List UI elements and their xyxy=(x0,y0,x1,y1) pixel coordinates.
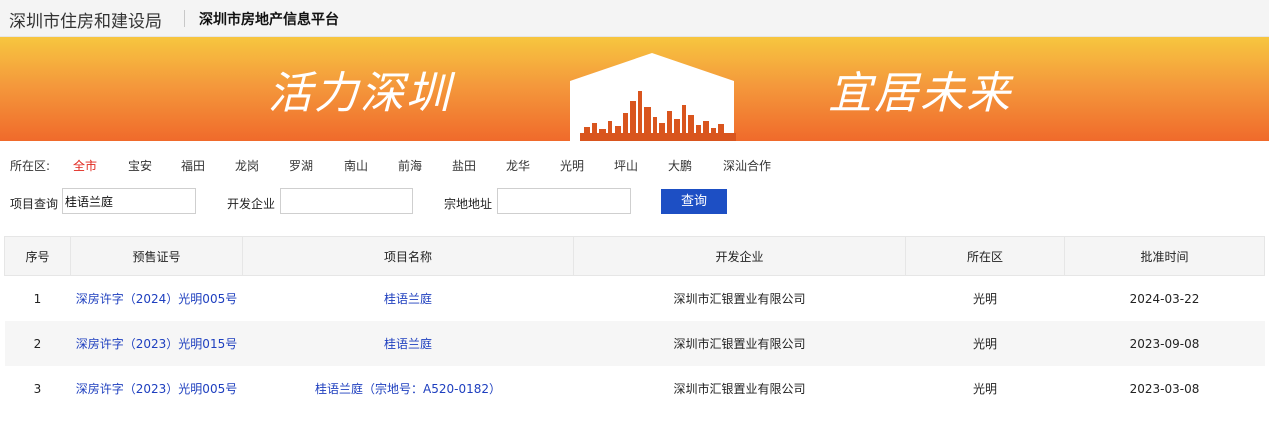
cell-developer: 深圳市汇银置业有限公司 xyxy=(673,292,806,306)
header-permit: 预售证号 xyxy=(70,236,243,276)
district-dapeng[interactable]: 大鹏 xyxy=(668,157,692,174)
result-table: 序号 预售证号 项目名称 开发企业 所在区 批准时间 1 深房许字（2024）光… xyxy=(4,236,1265,411)
district-longgang[interactable]: 龙岗 xyxy=(235,157,259,174)
project-search-input[interactable] xyxy=(62,188,196,214)
project-link[interactable]: 桂语兰庭（宗地号：A520-0182） xyxy=(243,366,574,411)
platform-name[interactable]: 深圳市房地产信息平台 xyxy=(199,9,339,29)
district-longhua[interactable]: 龙华 xyxy=(506,157,530,174)
permit-link[interactable]: 深房许字（2023）光明005号 xyxy=(71,366,243,411)
cell-district: 光明 xyxy=(905,321,1065,366)
project-link[interactable]: 桂语兰庭 xyxy=(242,321,574,366)
project-link[interactable]: 桂语兰庭 xyxy=(243,276,574,322)
district-luohu[interactable]: 罗湖 xyxy=(289,157,313,174)
banner: 活力深圳 宜居未来 xyxy=(0,37,1269,141)
permit-link[interactable]: 深房许字（2024）光明005号 xyxy=(71,276,243,322)
header-district: 所在区 xyxy=(905,236,1065,276)
header-divider xyxy=(184,10,185,27)
project-search-label: 项目查询 xyxy=(10,197,59,211)
org-name[interactable]: 深圳市住房和建设局 xyxy=(9,7,162,32)
cell-date: 2023-09-08 xyxy=(1064,321,1265,366)
district-qianhai[interactable]: 前海 xyxy=(398,157,422,174)
header-project: 项目名称 xyxy=(242,236,574,276)
district-pingshan[interactable]: 坪山 xyxy=(614,157,638,174)
district-guangming[interactable]: 光明 xyxy=(560,157,584,174)
cell-date: 2024-03-22 xyxy=(1129,291,1200,306)
district-futian[interactable]: 福田 xyxy=(181,157,205,174)
cell-district: 光明 xyxy=(972,382,997,396)
table-row: 3 深房许字（2023）光明005号 桂语兰庭（宗地号：A520-0182） 深… xyxy=(5,366,1265,411)
table-header-row: 序号 预售证号 项目名称 开发企业 所在区 批准时间 xyxy=(4,236,1265,276)
header-developer: 开发企业 xyxy=(573,236,906,276)
cell-developer: 深圳市汇银置业有限公司 xyxy=(573,321,906,366)
district-shenshan[interactable]: 深汕合作 xyxy=(723,157,771,174)
district-nanshan[interactable]: 南山 xyxy=(344,157,368,174)
slogan-right: 宜居未来 xyxy=(828,68,1012,119)
cell-date: 2023-03-08 xyxy=(1129,381,1200,396)
permit-link[interactable]: 深房许字（2023）光明015号 xyxy=(70,321,243,366)
slogan-left: 活力深圳 xyxy=(268,68,452,119)
query-button[interactable]: 查询 xyxy=(661,189,727,214)
top-bar: 深圳市住房和建设局 深圳市房地产信息平台 xyxy=(0,0,1269,37)
search-form: 项目查询 开发企业 宗地地址 查询 xyxy=(0,188,1269,216)
cell-no: 1 xyxy=(33,291,42,306)
district-all[interactable]: 全市 xyxy=(73,157,97,174)
table-row: 2 深房许字（2023）光明015号 桂语兰庭 深圳市汇银置业有限公司 光明 2… xyxy=(4,321,1265,366)
address-input[interactable] xyxy=(497,188,631,214)
address-label: 宗地地址 xyxy=(444,197,493,211)
developer-input[interactable] xyxy=(280,188,413,214)
cell-district: 光明 xyxy=(972,292,997,306)
developer-label: 开发企业 xyxy=(227,197,276,211)
district-yantian[interactable]: 盐田 xyxy=(452,157,476,174)
cell-no: 3 xyxy=(33,381,42,396)
header-no: 序号 xyxy=(4,236,71,276)
district-label: 所在区: xyxy=(10,159,51,173)
header-date: 批准时间 xyxy=(1064,236,1265,276)
cell-no: 2 xyxy=(4,321,71,366)
cell-developer: 深圳市汇银置业有限公司 xyxy=(673,382,806,396)
city-skyline-house-icon xyxy=(570,53,736,141)
table-row: 1 深房许字（2024）光明005号 桂语兰庭 深圳市汇银置业有限公司 光明 2… xyxy=(5,276,1265,322)
district-baoan[interactable]: 宝安 xyxy=(128,157,152,174)
